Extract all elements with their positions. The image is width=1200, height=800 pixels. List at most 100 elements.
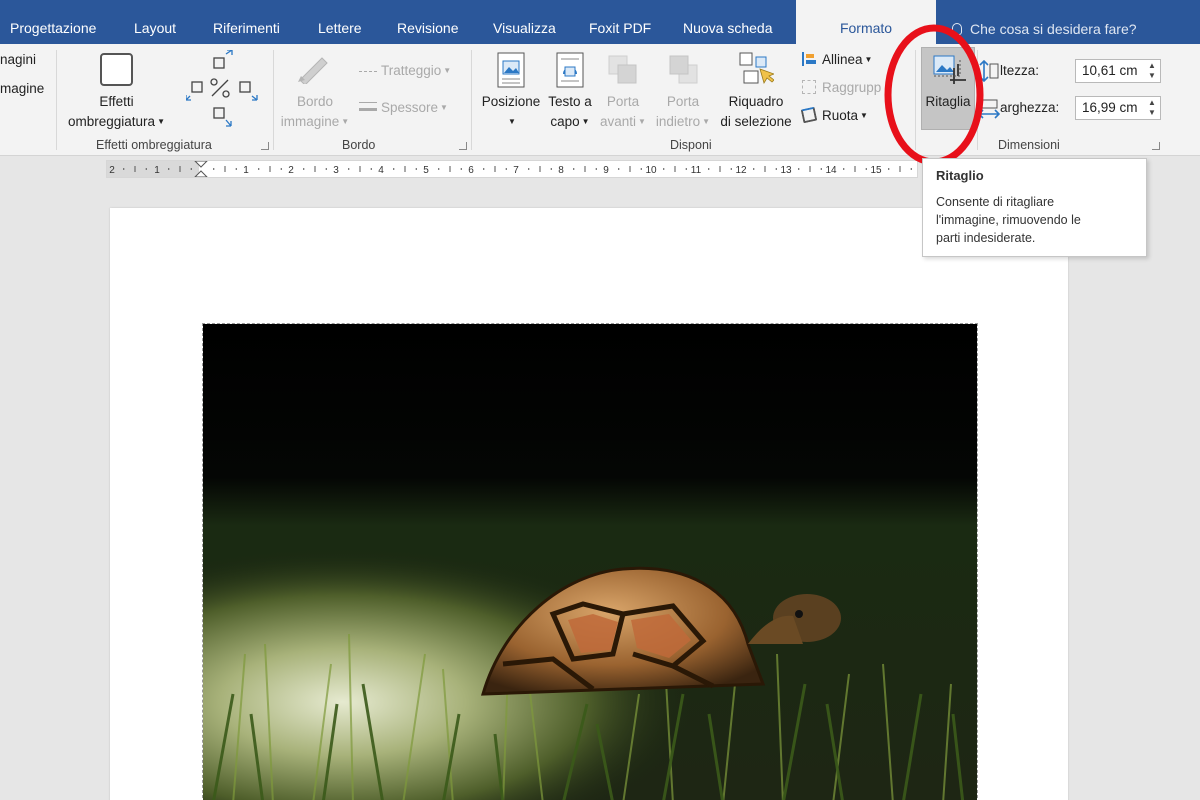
- ruler-tick: [449, 166, 451, 172]
- tell-me-search[interactable]: Che cosa si desidera fare?: [952, 0, 1137, 44]
- ruler-number: 7: [513, 165, 519, 176]
- width-input[interactable]: 16,99 cm ▲ ▼: [1075, 96, 1161, 120]
- ruler-tick: [730, 168, 732, 170]
- ruler-tick: [539, 166, 541, 172]
- ruler-tick: [348, 168, 350, 170]
- ruler-tick: [584, 166, 586, 172]
- shadow-nudge-icons[interactable]: [186, 50, 262, 130]
- weight-label: Spessore: [381, 100, 439, 115]
- rotate-icon: [800, 106, 818, 124]
- ruler-tick: [393, 168, 395, 170]
- crop-icon: [933, 55, 966, 84]
- ruler-tick: [708, 168, 710, 170]
- horizontal-ruler[interactable]: 2 1 1 2 3 4 5 6 7 8 9 10 11 12 13 14 15: [106, 160, 918, 178]
- group-label-dimensioni: Dimensioni: [998, 138, 1060, 152]
- group-dropdown[interactable]: Raggrupp: [802, 80, 881, 95]
- tab-formato[interactable]: Formato: [796, 0, 936, 44]
- position-icon[interactable]: [497, 52, 525, 88]
- height-icon: [979, 60, 999, 82]
- tab-visualizza[interactable]: Visualizza: [493, 0, 556, 44]
- align-label: Allinea: [822, 52, 863, 67]
- partial-item-2[interactable]: magine: [0, 81, 44, 96]
- ruler-number: 5: [423, 165, 429, 176]
- crop-tooltip: Ritaglio Consente di ritagliare l'immagi…: [922, 158, 1147, 257]
- ruler-tick: [629, 166, 631, 172]
- dash-style-label: Tratteggio: [381, 63, 442, 78]
- indent-marker-icon[interactable]: [194, 161, 208, 177]
- group-label: Raggrupp: [822, 80, 882, 95]
- picture-border-icon[interactable]: [296, 52, 332, 84]
- picture-border-line1: Bordo: [296, 94, 334, 109]
- ruler-number: 8: [558, 165, 564, 176]
- selection-pane-icon[interactable]: [738, 51, 774, 87]
- shadow-effects-icon[interactable]: [100, 53, 133, 86]
- spinner-arrows-icon[interactable]: ▲ ▼: [1147, 98, 1157, 118]
- position-button[interactable]: Posizione ▼: [477, 92, 545, 132]
- tab-riferimenti[interactable]: Riferimenti: [213, 0, 280, 44]
- bring-forward-icon[interactable]: [607, 54, 639, 86]
- crop-button[interactable]: Ritaglia: [921, 47, 975, 130]
- align-dropdown[interactable]: Allinea ▼: [802, 52, 872, 67]
- ruler-tick: [899, 166, 901, 172]
- tortoise-photo: [203, 324, 977, 800]
- width-icon: [978, 99, 1000, 119]
- wrap-text-line1: Testo a: [548, 94, 592, 109]
- chevron-down-icon: ▼: [440, 103, 448, 112]
- ruler-tick: [865, 168, 867, 170]
- shadow-effects-button[interactable]: Effetti ombreggiatura ▼: [60, 92, 173, 132]
- tab-layout[interactable]: Layout: [134, 0, 176, 44]
- tab-revisione[interactable]: Revisione: [397, 0, 458, 44]
- chevron-down-icon: ▼: [860, 111, 868, 120]
- tab-lettere[interactable]: Lettere: [318, 0, 362, 44]
- tab-foxit-pdf[interactable]: Foxit PDF: [589, 0, 651, 44]
- tab-progettazione[interactable]: Progettazione: [10, 0, 96, 44]
- ruler-number: 2: [288, 165, 294, 176]
- send-backward-button[interactable]: Porta indietro ▼: [650, 92, 716, 132]
- picture-border-button[interactable]: Bordo immagine ▼: [272, 92, 358, 132]
- partial-item-1[interactable]: nagini: [0, 52, 36, 67]
- group-objects-icon: [802, 80, 816, 94]
- ruler-tick: [888, 168, 890, 170]
- ruler-tick: [359, 166, 361, 172]
- ruler-tick: [753, 168, 755, 170]
- ruler-tick: [573, 168, 575, 170]
- send-backward-line2: indietro: [655, 114, 701, 129]
- ruler-number: 2: [109, 165, 115, 176]
- ruler-tick: [168, 168, 170, 170]
- height-input[interactable]: 10,61 cm ▲ ▼: [1075, 59, 1161, 83]
- spinner-arrows-icon[interactable]: ▲ ▼: [1147, 61, 1157, 81]
- tab-nuova-scheda[interactable]: Nuova scheda: [683, 0, 773, 44]
- ruler-tick: [235, 168, 237, 170]
- ruler-tick: [314, 166, 316, 172]
- ruler-tick: [179, 166, 181, 172]
- ruler-number: 11: [691, 165, 702, 176]
- ruler-tick: [663, 168, 665, 170]
- chevron-down-icon: ▼: [157, 117, 165, 126]
- send-backward-icon[interactable]: [668, 54, 700, 86]
- tooltip-line-1: Consente di ritagliare: [936, 195, 1055, 209]
- ruler-tick: [494, 166, 496, 172]
- ruler-tick: [224, 166, 226, 172]
- selection-pane-line2: di selezione: [720, 114, 792, 129]
- bring-forward-button[interactable]: Porta avanti ▼: [596, 92, 650, 132]
- ruler-tick: [775, 168, 777, 170]
- wrap-text-button[interactable]: Testo a capo ▼: [544, 92, 596, 132]
- ruler-tick: [809, 166, 811, 172]
- crop-label: Ritaglia: [925, 94, 971, 109]
- selection-pane-button[interactable]: Riquadro di selezione: [716, 92, 796, 132]
- ruler-number: 1: [154, 165, 160, 176]
- selected-picture-tortoise[interactable]: [202, 323, 978, 800]
- wrap-text-icon[interactable]: [556, 52, 584, 88]
- ruler-number: 4: [378, 165, 384, 176]
- chevron-down-icon: ▼: [581, 117, 590, 126]
- ruler-tick: [764, 166, 766, 172]
- dash-style-dropdown[interactable]: Tratteggio ▼: [359, 63, 451, 78]
- tooltip-line-2: l'immagine, rimuovendo le: [936, 213, 1081, 227]
- rotate-dropdown[interactable]: Ruota ▼: [800, 106, 868, 124]
- weight-dropdown[interactable]: Spessore ▼: [359, 100, 448, 115]
- ruler-number: 15: [870, 165, 882, 176]
- ruler-tick: [854, 166, 856, 172]
- chevron-down-icon: ▼: [638, 117, 646, 126]
- ruler-tick: [438, 168, 440, 170]
- ruler-tick: [190, 168, 192, 170]
